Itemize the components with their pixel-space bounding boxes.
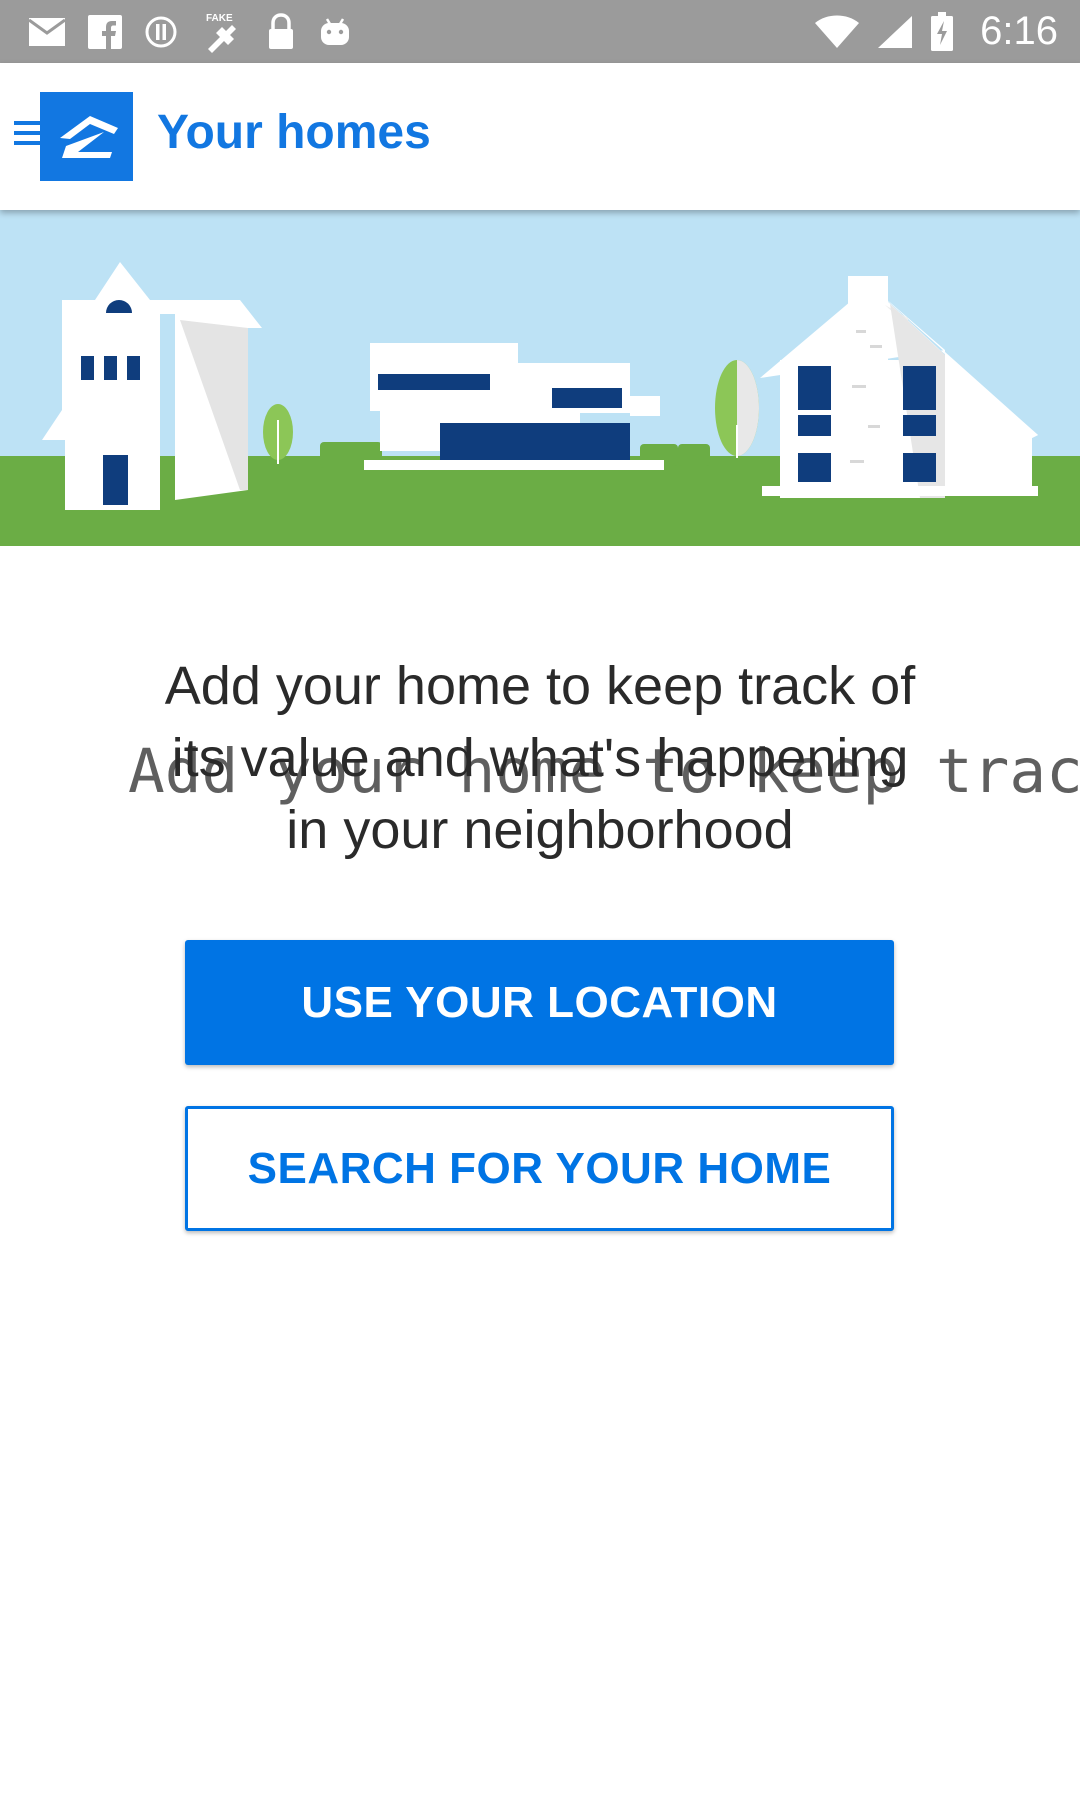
circle-warning-icon: [145, 16, 177, 48]
app-bar: Your homes: [0, 63, 1080, 210]
signal-icon: [878, 15, 913, 48]
page-title: Your homes: [157, 106, 431, 159]
use-your-location-button[interactable]: USE YOUR LOCATION: [185, 940, 894, 1065]
wifi-icon: [815, 15, 860, 48]
hamburger-menu-icon[interactable]: [14, 115, 40, 151]
android-icon: [321, 18, 349, 45]
search-for-your-home-button[interactable]: SEARCH FOR YOUR HOME: [185, 1106, 894, 1231]
fake-gps-icon: FAKE: [206, 13, 236, 53]
houses-illustration: [0, 210, 1080, 546]
facebook-icon: [88, 15, 122, 49]
overlapping-message-text: Add your home to keep track of: [128, 736, 1080, 807]
svg-text:FAKE: FAKE: [206, 13, 233, 24]
status-bar: FAKE 6:16: [0, 0, 1080, 63]
system-icons: 6:16: [814, 0, 1058, 63]
status-time: 6:16: [980, 9, 1058, 53]
screen: FAKE 6:16 Your homes Add your home to ke…: [0, 0, 1080, 1794]
battery-icon: [931, 11, 954, 51]
notification-icons: FAKE: [28, 12, 352, 53]
lock-icon: [269, 13, 293, 49]
message-line-1: Add your home to keep track of: [164, 656, 916, 716]
zillow-logo-icon[interactable]: [40, 92, 133, 181]
mail-icon: [28, 18, 66, 46]
